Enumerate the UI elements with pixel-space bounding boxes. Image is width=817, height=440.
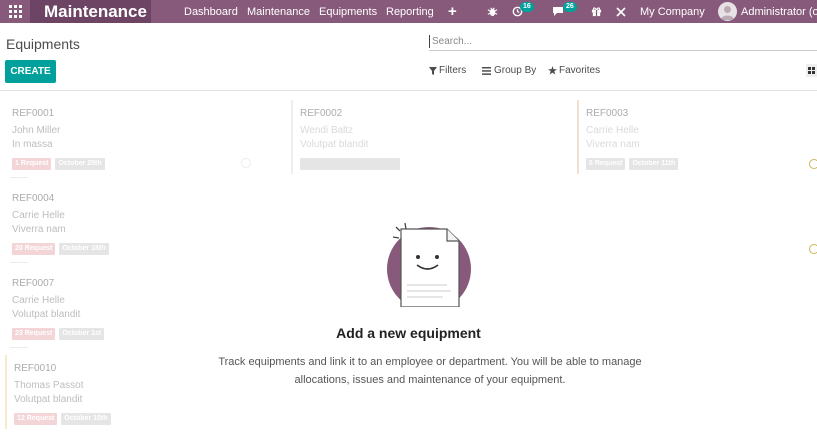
card-owner: Carrie Helle	[12, 295, 65, 306]
card-model: In massa	[12, 139, 53, 150]
search-placeholder: Search...	[432, 36, 473, 47]
company-switcher[interactable]: My Company	[640, 0, 705, 23]
list-bars-icon	[482, 66, 491, 75]
create-button[interactable]: CREATE	[5, 60, 56, 83]
quick-create-plus-icon[interactable]: +	[448, 0, 457, 23]
card-reference: REF0002	[300, 108, 343, 119]
card-tags	[300, 158, 400, 170]
kanban-grid-icon	[808, 67, 815, 74]
blurred-tags	[300, 158, 400, 170]
card-owner: John Miller	[12, 125, 61, 136]
menu-equipments[interactable]: Equipments	[319, 0, 377, 23]
kanban-view-button[interactable]	[806, 64, 817, 77]
menu-dashboard[interactable]: Dashboard	[184, 0, 238, 23]
text-cursor	[429, 35, 430, 48]
equipment-card[interactable]: REF0002 Wendi Baltz Volutpat blandit	[291, 100, 561, 174]
equipment-card[interactable]: REF0004 Carrie Helle Viverra nam 20 Requ…	[5, 185, 275, 259]
filters-label: Filters	[439, 65, 467, 76]
messages-count-badge: 26	[563, 2, 577, 12]
apps-menu-button[interactable]	[0, 0, 30, 23]
card-reference: REF0004	[12, 193, 55, 204]
card-owner: Wendi Baltz	[300, 125, 354, 136]
helper-description: Track equipments and link it to an emplo…	[200, 353, 660, 389]
card-divider	[10, 347, 28, 348]
favorites-button[interactable]: Favorites	[548, 65, 600, 76]
user-menu[interactable]: Administrator (od	[741, 0, 817, 23]
card-tags: 6 Request October 11th	[586, 158, 679, 170]
favorites-label: Favorites	[559, 65, 601, 76]
filters-button[interactable]: Filters	[429, 65, 466, 76]
card-reference: REF0001	[12, 108, 55, 119]
app-brand[interactable]: Maintenance	[30, 0, 151, 23]
app-root: Maintenance Dashboard Maintenance Equipm…	[0, 0, 817, 440]
date-tag: October 18th	[59, 243, 109, 255]
groupby-label: Group By	[494, 65, 537, 76]
card-tags: 12 Request October 10th	[14, 413, 111, 425]
request-count-tag: 12 Request	[14, 413, 58, 425]
search-input[interactable]: Search...	[429, 33, 817, 51]
card-reference: REF0007	[12, 278, 55, 289]
equipment-card[interactable]: REF0001 John Miller In massa 1 Request O…	[5, 100, 275, 174]
close-x-icon[interactable]	[616, 0, 626, 23]
helper-title: Add a new equipment	[336, 325, 481, 341]
top-navbar: Maintenance Dashboard Maintenance Equipm…	[0, 0, 817, 23]
smiling-document-illustration	[387, 222, 471, 307]
debug-bug-icon[interactable]	[487, 0, 498, 23]
control-panel-divider	[0, 90, 817, 91]
request-count-tag: 6 Request	[586, 158, 626, 170]
helper-line-1: Track equipments and link it to an emplo…	[218, 356, 642, 368]
apps-grid-icon	[8, 5, 22, 18]
activity-clock-icon[interactable]	[809, 159, 817, 169]
filter-funnel-icon	[429, 66, 437, 75]
card-tags: 1 Request October 25th	[12, 158, 105, 170]
date-tag: October 25th	[55, 158, 105, 170]
request-count-tag: 1 Request	[12, 158, 52, 170]
card-model: Volutpat blandit	[12, 309, 81, 320]
user-avatar[interactable]	[718, 2, 737, 21]
card-tags: 20 Request October 18th	[12, 243, 109, 255]
card-divider	[10, 262, 28, 263]
card-model: Volutpat blandit	[14, 394, 83, 405]
menu-maintenance[interactable]: Maintenance	[247, 0, 310, 23]
card-reference: REF0010	[14, 363, 57, 374]
card-reference: REF0003	[586, 108, 629, 119]
activity-clock-icon[interactable]	[809, 244, 817, 254]
activity-count-badge: 16	[520, 2, 534, 12]
menu-reporting[interactable]: Reporting	[386, 0, 434, 23]
request-count-tag: 20 Request	[12, 243, 56, 255]
star-icon	[548, 66, 557, 75]
activity-clock-icon[interactable]	[241, 158, 251, 168]
helper-line-2: allocations, issues and maintenance of y…	[294, 374, 566, 386]
page-title: Equipments	[6, 36, 80, 52]
card-model: Viverra nam	[12, 224, 66, 235]
card-owner: Thomas Passot	[14, 380, 84, 391]
gift-icon[interactable]	[591, 0, 602, 23]
groupby-button[interactable]: Group By	[482, 65, 536, 76]
date-tag: October 11th	[629, 158, 679, 170]
card-owner: Carrie Helle	[12, 210, 65, 221]
date-tag: October 10th	[61, 413, 111, 425]
equipment-card[interactable]: REF0003 Carrie Helle Viverra nam 6 Reque…	[577, 100, 817, 174]
card-divider	[10, 177, 28, 178]
card-model: Volutpat blandit	[300, 139, 369, 150]
card-owner: Carrie Helle	[586, 125, 639, 136]
card-model: Viverra nam	[586, 139, 640, 150]
messages-chat-icon[interactable]	[552, 0, 564, 23]
